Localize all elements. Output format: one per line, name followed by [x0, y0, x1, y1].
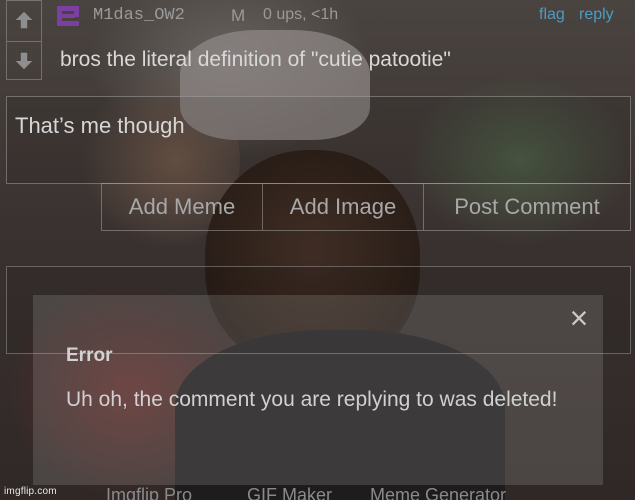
user-avatar-icon[interactable] [55, 2, 81, 28]
modal-title: Error [66, 345, 113, 366]
upvote-button[interactable] [7, 1, 41, 39]
add-image-button[interactable]: Add Image [263, 184, 424, 230]
arrow-up-icon [15, 11, 33, 29]
post-comment-button[interactable]: Post Comment [424, 184, 630, 230]
flag-link[interactable]: flag [539, 6, 565, 24]
vote-column [6, 0, 42, 80]
reply-link[interactable]: reply [579, 6, 614, 24]
add-meme-button[interactable]: Add Meme [102, 184, 263, 230]
footer-link-meme-generator[interactable]: Meme Generator [370, 485, 506, 500]
close-icon: × [569, 300, 589, 336]
reply-actions: Add Meme Add Image Post Comment [101, 183, 631, 231]
comment-username[interactable]: M1das_OW2 [93, 6, 185, 25]
comment-text: bros the literal definition of "cutie pa… [60, 48, 451, 71]
modal-message: Uh oh, the comment you are replying to w… [66, 388, 558, 411]
user-gender: M [231, 6, 246, 25]
comment-meta: 0 ups, <1h [263, 6, 339, 23]
footer-link-imgflip-pro[interactable]: Imgflip Pro [106, 485, 192, 500]
close-button[interactable]: × [564, 300, 594, 336]
footer-link-gif-maker[interactable]: GIF Maker [247, 485, 332, 500]
reply-textarea[interactable]: That’s me though [6, 96, 631, 184]
watermark: imgflip.com [4, 486, 57, 497]
downvote-button[interactable] [7, 41, 41, 79]
arrow-down-icon [15, 52, 33, 69]
